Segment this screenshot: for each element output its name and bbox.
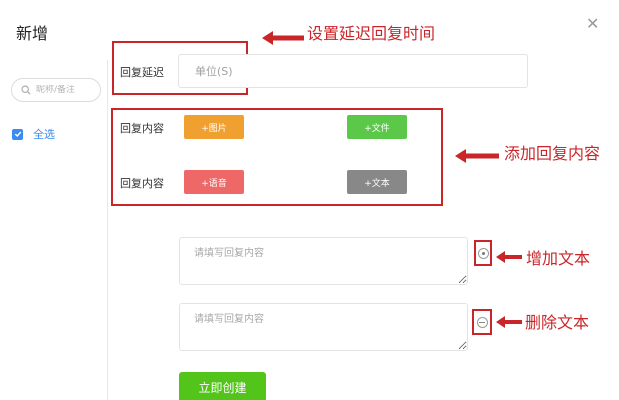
delay-input[interactable]	[178, 54, 528, 88]
annotation-add-text: 增加文本	[526, 249, 591, 268]
add-icon-highlight	[474, 240, 492, 266]
add-dot	[481, 251, 485, 255]
arrow-left-icon	[496, 251, 522, 263]
content-label-1: 回复内容	[120, 122, 164, 135]
add-image-button[interactable]: +图片	[184, 115, 244, 139]
search-icon	[21, 85, 31, 95]
annotation-remove-text: 删除文本	[525, 313, 590, 332]
arrow-left-icon	[455, 149, 499, 163]
reply-textarea-1[interactable]	[179, 237, 468, 285]
search-input[interactable]	[36, 85, 98, 95]
content-label-2: 回复内容	[120, 177, 164, 190]
arrow-left-icon	[496, 316, 522, 328]
checkbox[interactable]	[12, 128, 23, 140]
annotation-content: 添加回复内容	[504, 144, 601, 163]
remove-icon-highlight	[472, 309, 492, 335]
arrow-left-icon	[262, 31, 304, 45]
annotation-delay: 设置延迟回复时间	[307, 24, 436, 43]
reply-textarea-2[interactable]	[179, 303, 468, 351]
select-all[interactable]: 全选	[12, 126, 55, 142]
add-text-button[interactable]: +文本	[347, 170, 407, 194]
create-button[interactable]: 立即创建	[179, 372, 266, 400]
close-icon[interactable]: ✕	[586, 16, 599, 32]
add-circle-icon[interactable]	[477, 247, 489, 259]
delay-label: 回复延迟	[120, 66, 164, 79]
search-box[interactable]	[11, 78, 101, 102]
dialog-title: 新增	[16, 24, 49, 43]
remove-circle-icon[interactable]	[476, 316, 488, 328]
add-voice-button[interactable]: +语音	[184, 170, 244, 194]
sidebar: 全选	[0, 60, 108, 400]
select-all-label: 全选	[33, 128, 55, 141]
remove-dash	[479, 321, 485, 323]
check-icon	[14, 131, 21, 137]
add-file-button[interactable]: +文件	[347, 115, 407, 139]
